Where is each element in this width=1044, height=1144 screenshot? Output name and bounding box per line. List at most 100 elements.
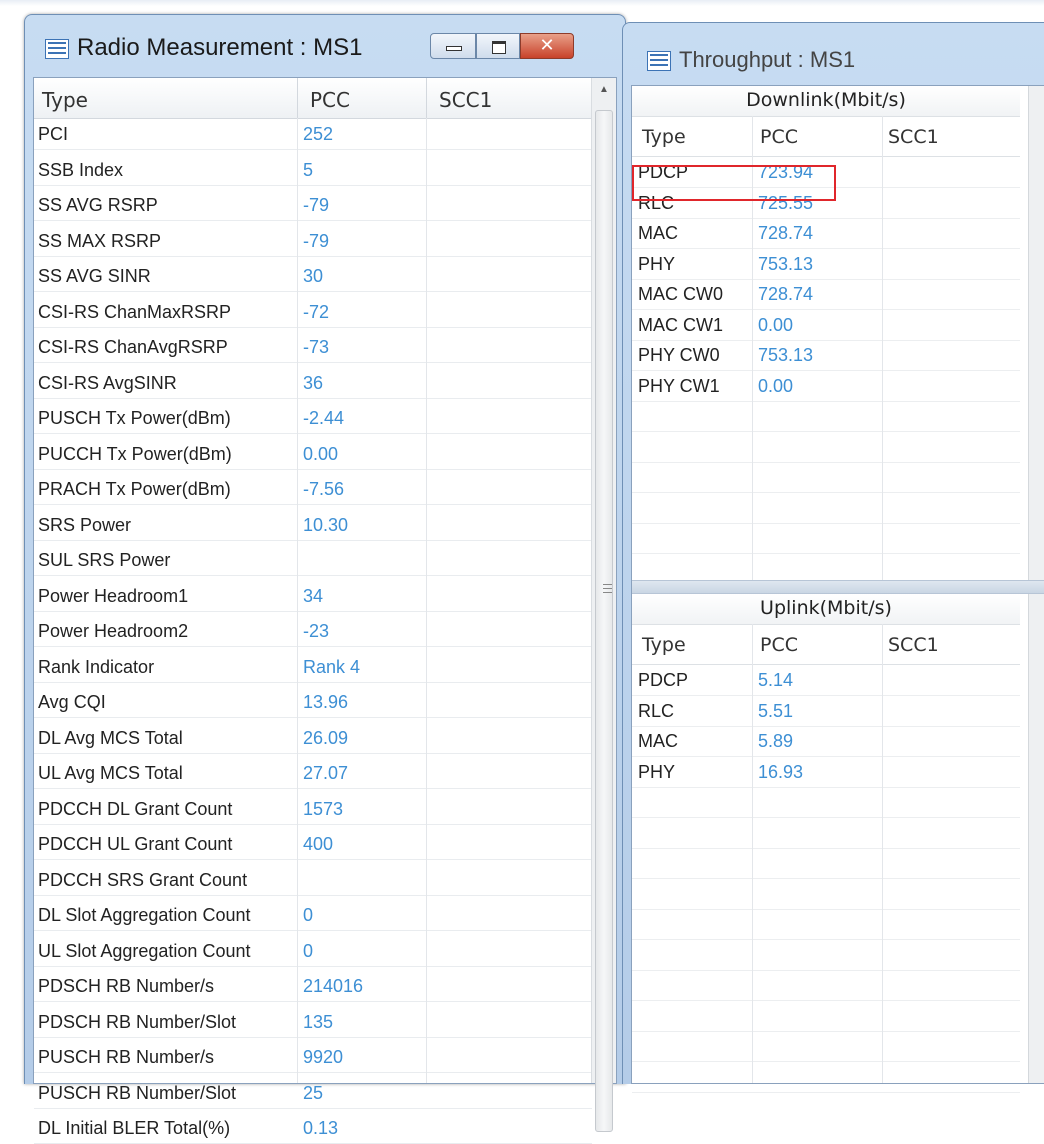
table-row[interactable]: Power Headroom1 34 [34, 581, 592, 612]
table-row[interactable]: PUSCH Tx Power(dBm) -2.44 [34, 403, 592, 434]
table-row[interactable]: MAC 5.89 [632, 726, 1020, 757]
column-header-type[interactable]: Type [42, 88, 88, 112]
table-row[interactable]: SS MAX RSRP -79 [34, 226, 592, 257]
table-row[interactable]: PUSCH RB Number/s 9920 [34, 1042, 592, 1073]
row-pcc-value: 214016 [303, 976, 364, 996]
table-row[interactable] [632, 909, 1020, 940]
table-row[interactable]: DL Initial BLER Total(%) 0.13 [34, 1113, 592, 1144]
table-icon [647, 51, 671, 71]
minimize-button[interactable] [430, 33, 476, 59]
table-row[interactable]: UL Avg MCS Total 27.07 [34, 758, 592, 789]
table-row[interactable] [632, 1001, 1020, 1032]
table-row[interactable]: PDCCH DL Grant Count 1573 [34, 794, 592, 825]
table-row[interactable] [632, 462, 1020, 493]
table-row[interactable]: PUSCH RB Number/Slot 25 [34, 1078, 592, 1109]
table-row[interactable]: PDSCH RB Number/s 214016 [34, 971, 592, 1002]
row-pcc-value: 753.13 [758, 253, 814, 274]
table-row[interactable]: PDCP 5.14 [632, 665, 1020, 696]
table-row[interactable]: Rank Indicator Rank 4 [34, 652, 592, 683]
table-row[interactable]: CSI-RS ChanAvgRSRP -73 [34, 332, 592, 363]
column-header-scc1[interactable]: SCC1 [888, 634, 939, 656]
table-row[interactable] [632, 879, 1020, 910]
row-type-label: DL Initial BLER Total(%) [38, 1118, 231, 1138]
close-button[interactable]: ✕ [520, 33, 574, 59]
column-header-type[interactable]: Type [642, 126, 686, 148]
row-pcc-value: 0.00 [758, 314, 794, 335]
table-row[interactable] [632, 940, 1020, 971]
table-row[interactable] [632, 787, 1020, 818]
column-divider[interactable] [297, 78, 298, 118]
table-icon [45, 39, 69, 59]
table-row[interactable] [632, 818, 1020, 849]
table-row[interactable]: RLC 5.51 [632, 696, 1020, 727]
table-row[interactable]: SS AVG RSRP -79 [34, 190, 592, 221]
table-row[interactable]: MAC CW0 728.74 [632, 279, 1020, 310]
column-header-pcc[interactable]: PCC [760, 634, 798, 656]
grid-header: Type PCC SCC1 [34, 78, 592, 119]
row-type-label: SUL SRS Power [38, 550, 171, 570]
table-row[interactable]: CSI-RS ChanMaxRSRP -72 [34, 297, 592, 328]
uplink-section-title: Uplink(Mbit/s) [632, 594, 1020, 625]
table-row[interactable] [632, 401, 1020, 432]
row-pcc-value: -72 [303, 301, 330, 322]
column-divider[interactable] [426, 78, 427, 118]
row-pcc-value: 753.13 [758, 345, 814, 365]
row-type-label: PUSCH RB Number/s [38, 1047, 215, 1067]
row-type-label: CSI-RS AvgSINR [38, 372, 177, 393]
table-row[interactable]: PHY CW1 0.00 [632, 371, 1020, 402]
vertical-scrollbar[interactable]: ▲ [591, 78, 616, 1132]
table-row[interactable]: Power Headroom2 -23 [34, 616, 592, 647]
table-row[interactable]: UL Slot Aggregation Count 0 [34, 936, 592, 967]
row-pcc-value: 34 [303, 585, 324, 606]
table-row[interactable] [632, 493, 1020, 524]
table-row[interactable]: DL Avg MCS Total 26.09 [34, 723, 592, 754]
row-type-label: SSB Index [38, 159, 124, 180]
table-row[interactable] [632, 432, 1020, 463]
table-row[interactable]: PHY 16.93 [632, 757, 1020, 788]
pane-splitter[interactable] [632, 580, 1044, 594]
table-row[interactable]: PCI 252 [34, 119, 592, 150]
table-row[interactable]: MAC 728.74 [632, 218, 1020, 249]
scroll-up-arrow-icon[interactable]: ▲ [592, 84, 616, 95]
table-row[interactable]: PHY CW0 753.13 [632, 340, 1020, 371]
column-header-scc1[interactable]: SCC1 [439, 88, 492, 112]
table-row[interactable]: Avg CQI 13.96 [34, 687, 592, 718]
column-header-pcc[interactable]: PCC [760, 126, 798, 148]
uplink-grid-header: Type PCC SCC1 [632, 624, 1020, 665]
table-row[interactable] [632, 1031, 1020, 1062]
table-row[interactable]: PDSCH RB Number/Slot 135 [34, 1007, 592, 1038]
row-type-label: PDCCH DL Grant Count [38, 798, 233, 819]
throughput-titlebar[interactable]: Throughput : MS1 [623, 23, 1044, 85]
radio-measurement-titlebar[interactable]: Radio Measurement : MS1 ✕ [25, 15, 625, 77]
uplink-scrollbar[interactable] [1028, 594, 1044, 1083]
table-row[interactable]: MAC CW1 0.00 [632, 310, 1020, 341]
table-row[interactable] [632, 970, 1020, 1001]
table-row[interactable]: SRS Power 10.30 [34, 510, 592, 541]
downlink-scrollbar[interactable] [1028, 86, 1044, 580]
table-row[interactable]: PUCCH Tx Power(dBm) 0.00 [34, 439, 592, 470]
table-row[interactable] [632, 1062, 1020, 1093]
table-row[interactable]: PDCCH SRS Grant Count [34, 865, 592, 896]
table-row[interactable]: SS AVG SINR 30 [34, 261, 592, 292]
column-header-scc1[interactable]: SCC1 [888, 126, 939, 148]
table-row[interactable]: PRACH Tx Power(dBm) -7.56 [34, 474, 592, 505]
row-type-label: SRS Power [38, 514, 132, 535]
close-icon: ✕ [539, 35, 555, 56]
table-row[interactable] [632, 848, 1020, 879]
table-row[interactable]: DL Slot Aggregation Count 0 [34, 900, 592, 931]
row-type-label: MAC CW1 [638, 314, 723, 335]
row-pcc-value: 30 [303, 266, 324, 286]
column-header-type[interactable]: Type [642, 634, 686, 656]
column-header-pcc[interactable]: PCC [310, 88, 350, 112]
table-row[interactable]: PHY 753.13 [632, 249, 1020, 280]
table-row[interactable]: SSB Index 5 [34, 155, 592, 186]
table-row[interactable] [632, 523, 1020, 554]
table-row[interactable]: PDCCH UL Grant Count 400 [34, 829, 592, 860]
row-type-label: PDSCH RB Number/s [38, 976, 215, 996]
table-row[interactable]: CSI-RS AvgSINR 36 [34, 368, 592, 399]
table-row[interactable]: SUL SRS Power [34, 545, 592, 576]
row-pcc-value: 0.00 [758, 375, 794, 396]
maximize-button[interactable] [476, 33, 520, 59]
scroll-thumb[interactable] [595, 110, 613, 1132]
row-type-label: PHY [638, 253, 676, 274]
